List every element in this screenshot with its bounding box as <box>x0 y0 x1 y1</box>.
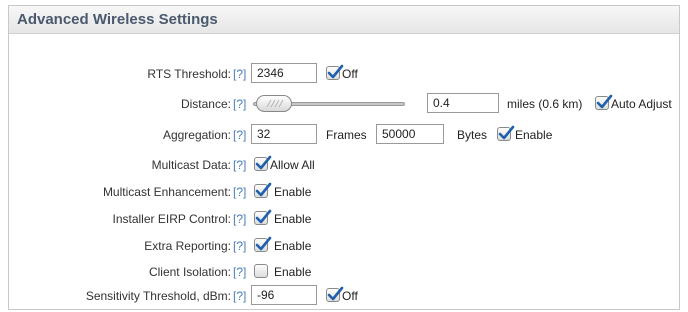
distance-input[interactable] <box>427 93 499 113</box>
rts-threshold-off-checkbox[interactable] <box>326 64 344 80</box>
panel-title: Advanced Wireless Settings <box>17 11 218 28</box>
rts-threshold-off-label: Off <box>342 67 358 81</box>
sensitivity-threshold-row: Sensitivity Threshold, dBm: [?] Off <box>9 285 679 307</box>
multicast-enhancement-row: Multicast Enhancement: [?] Enable <box>9 181 679 203</box>
client-isolation-label: Client Isolation: <box>148 265 231 279</box>
multicast-data-help-link[interactable]: [?] <box>233 158 246 172</box>
sensitivity-threshold-off-checkbox[interactable] <box>326 286 344 302</box>
checkmark-icon <box>255 236 272 251</box>
aggregation-frames-input[interactable] <box>251 124 317 144</box>
distance-auto-adjust-label: Auto Adjust <box>611 97 672 111</box>
multicast-enhancement-enable-checkbox[interactable] <box>254 182 272 198</box>
multicast-enhancement-enable-label: Enable <box>274 185 312 199</box>
distance-label: Distance: <box>180 97 231 111</box>
extra-reporting-label: Extra Reporting: <box>144 239 231 253</box>
client-isolation-row: Client Isolation: [?] Enable <box>9 261 679 283</box>
rts-threshold-label: RTS Threshold: <box>147 67 231 81</box>
extra-reporting-enable-label: Enable <box>274 239 312 253</box>
rts-threshold-row: RTS Threshold: [?] Off <box>9 63 679 85</box>
aggregation-label: Aggregation: <box>162 128 231 142</box>
multicast-data-allow-all-checkbox[interactable] <box>254 155 272 171</box>
aggregation-bytes-label: Bytes <box>457 128 488 142</box>
installer-eirp-control-enable-checkbox[interactable] <box>254 209 272 225</box>
installer-eirp-control-row: Installer EIRP Control: [?] Enable <box>9 208 679 230</box>
aggregation-frames-label: Frames <box>326 128 367 142</box>
distance-slider-handle[interactable] <box>256 95 293 112</box>
distance-auto-adjust-checkbox[interactable] <box>595 94 613 110</box>
checkmark-icon <box>255 209 272 224</box>
client-isolation-help-link[interactable]: [?] <box>233 265 246 279</box>
multicast-data-allow-all-label: Allow All <box>270 158 315 172</box>
multicast-data-row: Multicast Data: [?] Allow All <box>9 154 679 176</box>
aggregation-help-link[interactable]: [?] <box>233 128 246 142</box>
client-isolation-enable-checkbox[interactable] <box>254 264 268 278</box>
aggregation-row: Aggregation: [?] Frames Bytes Enable <box>9 124 679 146</box>
distance-help-link[interactable]: [?] <box>233 97 246 111</box>
rts-threshold-input[interactable] <box>251 63 317 83</box>
sensitivity-threshold-help-link[interactable]: [?] <box>233 289 246 303</box>
multicast-enhancement-label: Multicast Enhancement: <box>102 185 231 199</box>
checkmark-icon <box>498 125 515 140</box>
installer-eirp-control-enable-label: Enable <box>274 212 312 226</box>
aggregation-enable-label: Enable <box>515 128 553 142</box>
sensitivity-threshold-input[interactable] <box>251 285 317 305</box>
multicast-enhancement-help-link[interactable]: [?] <box>233 185 246 199</box>
rts-threshold-help-link[interactable]: [?] <box>233 67 246 81</box>
installer-eirp-control-label: Installer EIRP Control: <box>112 212 232 226</box>
extra-reporting-enable-checkbox[interactable] <box>254 236 272 252</box>
extra-reporting-help-link[interactable]: [?] <box>233 239 246 253</box>
sensitivity-threshold-label: Sensitivity Threshold, dBm: <box>85 289 231 303</box>
sensitivity-threshold-off-label: Off <box>342 289 358 303</box>
aggregation-enable-checkbox[interactable] <box>497 125 515 141</box>
installer-eirp-control-help-link[interactable]: [?] <box>233 212 246 226</box>
distance-unit-text: miles (0.6 km) <box>507 97 583 111</box>
extra-reporting-row: Extra Reporting: [?] Enable <box>9 235 679 257</box>
aggregation-bytes-input[interactable] <box>376 124 444 144</box>
client-isolation-enable-label: Enable <box>274 265 312 279</box>
panel-header: Advanced Wireless Settings <box>9 6 679 34</box>
checkmark-icon <box>255 182 272 197</box>
multicast-data-label: Multicast Data: <box>151 158 231 172</box>
distance-row: Distance: [?] miles (0.6 km) Auto Adjust <box>9 93 679 115</box>
advanced-wireless-settings-panel: Advanced Wireless Settings RTS Threshold… <box>8 5 680 310</box>
